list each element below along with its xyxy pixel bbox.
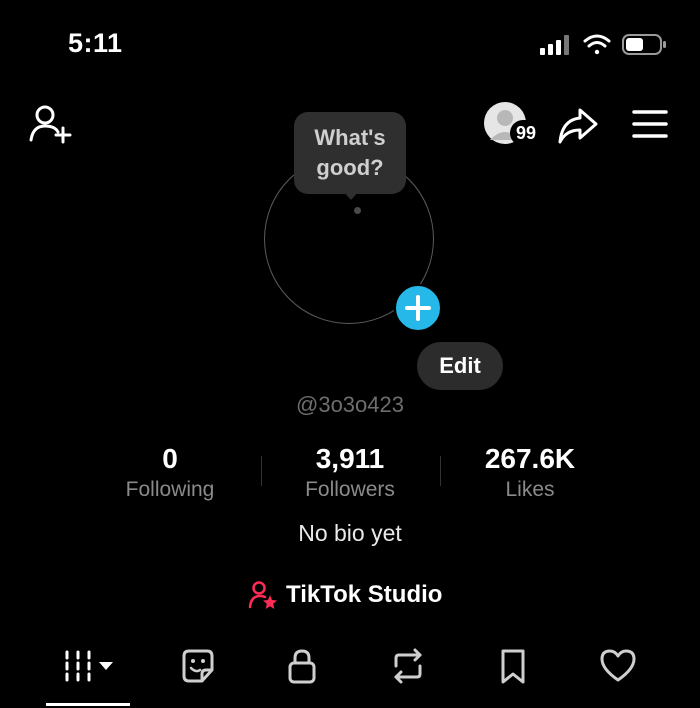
following-label: Following bbox=[125, 478, 215, 501]
bookmark-icon bbox=[501, 649, 525, 684]
likes-count: 267.6K bbox=[484, 443, 576, 474]
edit-button[interactable]: Edit bbox=[417, 342, 503, 390]
add-friend-button[interactable] bbox=[28, 102, 74, 146]
followers-count: 3,911 bbox=[315, 443, 385, 474]
status-icons bbox=[540, 32, 670, 58]
menu-button[interactable] bbox=[630, 106, 670, 142]
note-prompt: What's good? bbox=[314, 125, 386, 180]
note-anchor-dot bbox=[354, 207, 361, 214]
battery-icon bbox=[622, 34, 666, 55]
status-time: 5:11 bbox=[68, 28, 123, 58]
share-button[interactable] bbox=[556, 104, 600, 146]
cellular-signal-icon bbox=[540, 35, 569, 55]
notification-badge: 99 bbox=[510, 120, 542, 146]
following-count: 0 bbox=[162, 443, 178, 474]
lock-icon bbox=[288, 649, 316, 684]
note-bubble[interactable]: What's good? bbox=[294, 112, 406, 194]
stat-following[interactable]: 0 Following bbox=[80, 442, 260, 504]
share-arrow-icon bbox=[558, 108, 598, 144]
tab-private[interactable] bbox=[270, 640, 334, 692]
grid-dropdown-icon bbox=[65, 650, 113, 682]
notifications-avatar-button[interactable]: 99 bbox=[482, 102, 542, 148]
person-star-icon bbox=[248, 581, 277, 609]
tab-stickers[interactable] bbox=[166, 640, 230, 692]
bio-text: No bio yet bbox=[298, 520, 402, 546]
profile-tabs bbox=[0, 628, 700, 708]
sticker-icon bbox=[182, 649, 214, 683]
add-photo-button[interactable] bbox=[394, 284, 442, 332]
tab-videos[interactable] bbox=[54, 640, 124, 692]
followers-label: Followers bbox=[305, 478, 395, 501]
tab-liked[interactable] bbox=[586, 640, 650, 692]
wifi-icon bbox=[583, 34, 611, 55]
hamburger-menu-icon bbox=[632, 110, 668, 138]
tiktok-studio-label: TikTok Studio bbox=[286, 581, 443, 608]
tab-reposts[interactable] bbox=[376, 640, 440, 692]
active-tab-indicator bbox=[46, 703, 130, 706]
plus-icon bbox=[405, 295, 431, 321]
stat-followers[interactable]: 3,911 Followers bbox=[260, 442, 440, 504]
username: @3o3o423 bbox=[296, 392, 404, 417]
tab-favorites[interactable] bbox=[481, 640, 545, 692]
tiktok-studio-link[interactable]: TikTok Studio bbox=[248, 578, 442, 612]
person-plus-icon bbox=[29, 105, 72, 144]
stat-likes[interactable]: 267.6K Likes bbox=[440, 442, 620, 504]
heart-icon bbox=[600, 649, 636, 682]
likes-label: Likes bbox=[505, 478, 555, 501]
repost-icon bbox=[394, 648, 422, 684]
